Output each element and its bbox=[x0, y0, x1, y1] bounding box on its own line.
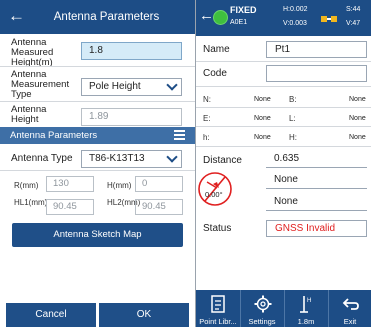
divider bbox=[196, 126, 371, 127]
h-elevation-label: H: bbox=[289, 133, 297, 142]
back-arrow-icon[interactable]: ← bbox=[8, 6, 25, 26]
tilt-bubble-icon bbox=[198, 172, 232, 206]
fix-status-icon bbox=[213, 10, 228, 25]
antenna-parameters-panel: ← Antenna Parameters Antenna Measured He… bbox=[0, 0, 195, 327]
code-label: Code bbox=[203, 68, 227, 79]
point-library-button[interactable]: Point Libr... bbox=[196, 290, 240, 327]
tilt-angle: 0.00° bbox=[205, 190, 223, 199]
divider bbox=[0, 66, 195, 67]
r-field: 130 bbox=[46, 176, 94, 192]
field-2-value: None bbox=[266, 194, 367, 211]
satellite-icon bbox=[321, 16, 337, 22]
measured-height-label: Antenna Measured Height(m) bbox=[11, 37, 54, 68]
exit-label: Exit bbox=[343, 317, 357, 326]
menu-icon[interactable] bbox=[174, 130, 185, 141]
l-label: L: bbox=[289, 114, 296, 123]
distance-value: 0.635 bbox=[266, 151, 367, 168]
point-library-label: Point Libr... bbox=[199, 317, 237, 326]
satellites-used: S:44 bbox=[346, 6, 361, 13]
antenna-height-button[interactable]: H 1.8m bbox=[284, 290, 328, 327]
hl2-field: 90.45 bbox=[135, 199, 183, 215]
e-label: E: bbox=[203, 114, 211, 123]
h-field: 0 bbox=[135, 176, 183, 192]
antenna-type-label: Antenna Type bbox=[11, 153, 73, 164]
fix-status: FIXED bbox=[230, 5, 257, 15]
antenna-type-select[interactable]: T86-K13T13 bbox=[81, 150, 182, 168]
v-precision: V:0.003 bbox=[283, 20, 307, 27]
settings-button[interactable]: Settings bbox=[240, 290, 284, 327]
status-header: ← FIXED A0E1 H:0.002 V:0.003 S:44 V:47 bbox=[196, 0, 371, 36]
back-arrow-icon[interactable]: ← bbox=[199, 7, 214, 24]
antenna-height-icon: H bbox=[300, 296, 311, 313]
r-label: R(mm) bbox=[14, 181, 39, 190]
h-elevation-value: None bbox=[349, 134, 366, 141]
settings-label: Settings bbox=[248, 317, 276, 326]
measurement-type-value: Pole Height bbox=[89, 81, 141, 92]
left-header: ← Antenna Parameters bbox=[0, 0, 195, 34]
svg-text:H: H bbox=[307, 298, 311, 304]
exit-button[interactable]: Exit bbox=[328, 290, 371, 327]
name-label: Name bbox=[203, 44, 230, 55]
divider bbox=[0, 101, 195, 102]
b-label: B: bbox=[289, 95, 297, 104]
code-input[interactable] bbox=[266, 65, 367, 82]
hl1-label: HL1(mm) bbox=[14, 198, 48, 207]
satellites-visible: V:47 bbox=[346, 20, 361, 27]
section-title: Antenna Parameters bbox=[10, 130, 98, 141]
measurement-type-label: Antenna Measurement Type bbox=[11, 69, 70, 100]
h-precision: H:0.002 bbox=[283, 6, 308, 13]
status-value: GNSS Invalid bbox=[266, 220, 367, 237]
n-label: N: bbox=[203, 95, 211, 104]
chevron-down-icon bbox=[166, 151, 178, 163]
h-ellipsoid-label: h: bbox=[203, 133, 210, 142]
measurement-type-select[interactable]: Pole Height bbox=[81, 78, 182, 96]
b-value: None bbox=[349, 96, 366, 103]
divider bbox=[0, 170, 195, 171]
antenna-height-field: 1.89 bbox=[81, 108, 182, 126]
chevron-down-icon bbox=[166, 79, 178, 91]
ok-button[interactable]: OK bbox=[99, 303, 189, 327]
exit-arrow-icon bbox=[342, 298, 359, 310]
l-value: None bbox=[349, 115, 366, 122]
h-ellipsoid-value: None bbox=[254, 134, 271, 141]
age-id: A0E1 bbox=[230, 19, 248, 26]
antenna-height-label: Antenna Height bbox=[11, 104, 47, 125]
antenna-height-label: 1.8m bbox=[297, 317, 315, 326]
measured-height-input[interactable]: 1.8 bbox=[81, 42, 182, 60]
cancel-button[interactable]: Cancel bbox=[6, 303, 96, 327]
status-label: Status bbox=[203, 223, 232, 234]
point-survey-panel: ← FIXED A0E1 H:0.002 V:0.003 S:44 V:47 N… bbox=[196, 0, 371, 327]
divider bbox=[196, 107, 371, 108]
name-input[interactable]: Pt1 bbox=[266, 41, 367, 58]
divider bbox=[196, 146, 371, 147]
h-label: H(mm) bbox=[107, 181, 132, 190]
antenna-type-value: T86-K13T13 bbox=[89, 153, 145, 164]
section-header: Antenna Parameters bbox=[0, 127, 195, 144]
divider bbox=[196, 86, 371, 87]
page-title: Antenna Parameters bbox=[53, 11, 160, 23]
divider bbox=[196, 61, 371, 62]
gear-icon bbox=[254, 295, 272, 313]
distance-label: Distance bbox=[203, 155, 242, 166]
bottom-toolbar: Point Libr... Settings H 1.8m Exit bbox=[196, 290, 371, 327]
n-value: None bbox=[254, 96, 271, 103]
e-value: None bbox=[254, 115, 271, 122]
field-1-value: None bbox=[266, 172, 367, 189]
antenna-sketch-map-button[interactable]: Antenna Sketch Map bbox=[12, 223, 183, 247]
hl1-field: 90.45 bbox=[46, 199, 94, 215]
document-list-icon bbox=[211, 295, 225, 313]
